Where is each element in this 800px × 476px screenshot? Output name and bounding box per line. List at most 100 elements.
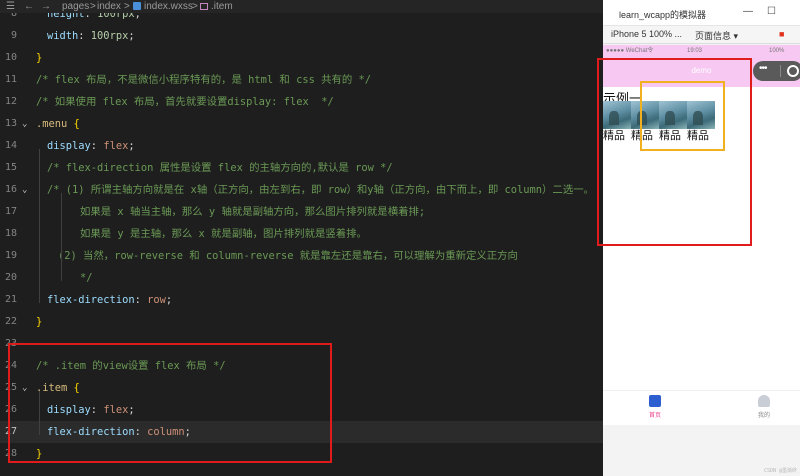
code-token: } xyxy=(36,316,43,328)
line-number: 20 xyxy=(4,272,17,283)
code-token: ; xyxy=(128,30,135,42)
phone-status-bar: ●●●●● WeChat令 19:03 100% xyxy=(603,45,800,57)
code-token: 100rpx xyxy=(97,13,135,20)
code-text: 如果是 x 轴当主轴，那么 y 轴就是副轴方向，那么图片排列就是横着排; xyxy=(80,201,425,223)
watermark: CSDN @墨渐终 xyxy=(763,468,797,474)
code-line[interactable]: 14 display: flex; xyxy=(0,135,603,157)
code-token: ; xyxy=(134,13,141,20)
tab-home-label: 首页 xyxy=(648,413,661,419)
breadcrumb-selector[interactable]: .item xyxy=(211,0,233,13)
code-text: flex-direction: row; xyxy=(47,289,172,311)
code-token: : xyxy=(78,30,91,42)
home-icon xyxy=(649,395,661,407)
line-number: 8 xyxy=(10,13,17,19)
code-line[interactable]: 20 */ xyxy=(0,267,603,289)
code-line[interactable]: 17 如果是 x 轴当主轴，那么 y 轴就是副轴方向，那么图片排列就是横着排; xyxy=(0,201,603,223)
simulator-titlebar: learn_wcapp的模拟器 — ☐ xyxy=(603,0,800,26)
highlight-box-item-css xyxy=(8,343,332,463)
code-line[interactable]: 18 如果是 y 是主轴，那么 x 就是副轴，图片排列就是竖着排。 xyxy=(0,223,603,245)
code-text: /* (1) 所谓主轴方向就是在 x轴（正方向，由左到右，即 row）和y轴（正… xyxy=(47,179,594,201)
code-line[interactable]: 12 /* 如果使用 flex 布局，首先就要设置display: flex */ xyxy=(0,91,603,113)
user-icon xyxy=(758,395,770,407)
breadcrumb-separator: > xyxy=(124,1,130,12)
line-number: 19 xyxy=(4,250,17,261)
line-number: 22 xyxy=(4,316,17,327)
code-text: */ xyxy=(80,267,93,289)
status-time: 19:03 xyxy=(687,48,703,54)
code-text: (2) 当然，row-reverse 和 column-reverse 就是靠左… xyxy=(58,245,518,267)
code-token: row xyxy=(147,294,166,306)
page-info-dropdown[interactable]: 页面信息 ▾ xyxy=(695,29,738,42)
code-token: flex xyxy=(103,140,129,152)
more-icon[interactable]: ••• xyxy=(759,63,767,74)
fold-chevron-icon[interactable]: ⌄ xyxy=(22,113,27,135)
code-text: /* 如果使用 flex 布局，首先就要设置display: flex */ xyxy=(36,91,334,113)
code-token: height xyxy=(47,13,85,20)
tab-mine[interactable]: 我的 xyxy=(734,395,794,419)
code-line[interactable]: 9 width: 100rpx; xyxy=(0,25,603,47)
close-mini-program-icon[interactable] xyxy=(787,65,799,77)
code-token: : xyxy=(84,13,98,20)
minimize-icon[interactable]: — xyxy=(743,6,753,17)
editor-breadcrumb-bar: ☰ ← → pages > index > index.wxss > .item xyxy=(0,0,603,13)
line-number: 10 xyxy=(4,52,17,63)
status-battery: 100% xyxy=(769,48,785,54)
code-token: (2) 当然，row-reverse 和 column-reverse 就是靠左… xyxy=(58,250,518,262)
breadcrumb-separator: > xyxy=(90,1,96,12)
code-line[interactable]: 8 height: 100rpx; xyxy=(0,13,603,25)
menu-icon[interactable]: ☰ xyxy=(6,0,15,13)
capsule-menu[interactable]: ••• xyxy=(753,61,800,81)
code-token: /* 如果使用 flex 布局，首先就要设置display: flex */ xyxy=(36,96,334,108)
code-text: width: 100rpx; xyxy=(47,25,135,47)
code-line[interactable]: 13 ⌄ .menu { xyxy=(0,113,603,135)
code-text: display: flex; xyxy=(47,135,135,157)
code-line[interactable]: 16 ⌄ /* (1) 所谓主轴方向就是在 x轴（正方向，由左到右，即 row）和y… xyxy=(0,179,603,201)
code-token: display xyxy=(47,140,91,152)
forward-arrow-icon[interactable]: → xyxy=(41,0,51,13)
line-number: 15 xyxy=(4,162,17,173)
code-token: .menu xyxy=(36,118,68,130)
code-token: { xyxy=(73,118,80,130)
status-carrier: ●●●●● WeChat令 xyxy=(606,48,654,54)
code-token: width xyxy=(47,30,79,42)
code-text: 如果是 y 是主轴，那么 x 就是副轴，图片排列就是竖着排。 xyxy=(80,223,367,245)
tab-bar: 首页 我的 xyxy=(603,390,800,425)
code-token: 如果是 x 轴当主轴，那么 y 轴就是副轴方向，那么图片排列就是横着排; xyxy=(80,206,426,218)
wxss-file-icon xyxy=(133,2,141,10)
breadcrumb-file[interactable]: index.wxss xyxy=(144,0,193,13)
code-line[interactable]: 10} xyxy=(0,47,603,69)
line-number: 14 xyxy=(4,140,17,151)
line-number: 16 xyxy=(4,184,17,195)
line-number: 18 xyxy=(4,228,17,239)
fold-chevron-icon[interactable]: ⌄ xyxy=(22,179,27,201)
tab-home[interactable]: 首页 xyxy=(625,395,685,419)
breadcrumb-separator: > xyxy=(192,1,198,12)
code-line[interactable]: 11 /* flex 布局，不是微信小程序特有的，是 html 和 css 共有的… xyxy=(0,69,603,91)
back-arrow-icon[interactable]: ← xyxy=(24,0,34,13)
breadcrumb-index[interactable]: index xyxy=(97,0,121,13)
code-line[interactable]: 22} xyxy=(0,311,603,333)
line-number: 13 xyxy=(4,118,17,129)
simulator-window-title: learn_wcapp的模拟器 xyxy=(619,10,707,20)
code-token: 如果是 y 是主轴，那么 x 就是副轴，图片排列就是竖着排。 xyxy=(80,228,367,240)
breadcrumb-pages[interactable]: pages xyxy=(62,0,89,13)
device-selector[interactable]: iPhone 5 100% ... xyxy=(611,29,682,39)
code-text: /* flex-direction 属性是设置 flex 的主轴方向的,默认是 … xyxy=(47,157,393,179)
code-token: : xyxy=(134,294,148,306)
code-line[interactable]: 19 (2) 当然，row-reverse 和 column-reverse 就是… xyxy=(0,245,603,267)
tab-mine-label: 我的 xyxy=(757,413,770,419)
code-text: .menu { xyxy=(36,113,80,135)
code-token: ; xyxy=(165,294,173,306)
code-token: /* flex 布局，不是微信小程序特有的，是 html 和 css 共有的 *… xyxy=(36,74,372,86)
line-number: 9 xyxy=(10,30,17,41)
code-token: flex-direction xyxy=(47,294,135,306)
record-icon[interactable]: ■ xyxy=(779,29,784,39)
code-token: } xyxy=(36,52,43,64)
css-selector-icon xyxy=(200,3,208,10)
code-token: /* flex-direction 属性是设置 flex 的主轴方向的,默认是 … xyxy=(47,162,393,174)
maximize-icon[interactable]: ☐ xyxy=(767,6,776,17)
simulator-toolbar: iPhone 5 100% ... 页面信息 ▾ ■ xyxy=(603,26,800,44)
code-line[interactable]: 15 /* flex-direction 属性是设置 flex 的主轴方向的,默认… xyxy=(0,157,603,179)
code-line[interactable]: 21 flex-direction: row; xyxy=(0,289,603,311)
line-number: 21 xyxy=(4,294,17,305)
